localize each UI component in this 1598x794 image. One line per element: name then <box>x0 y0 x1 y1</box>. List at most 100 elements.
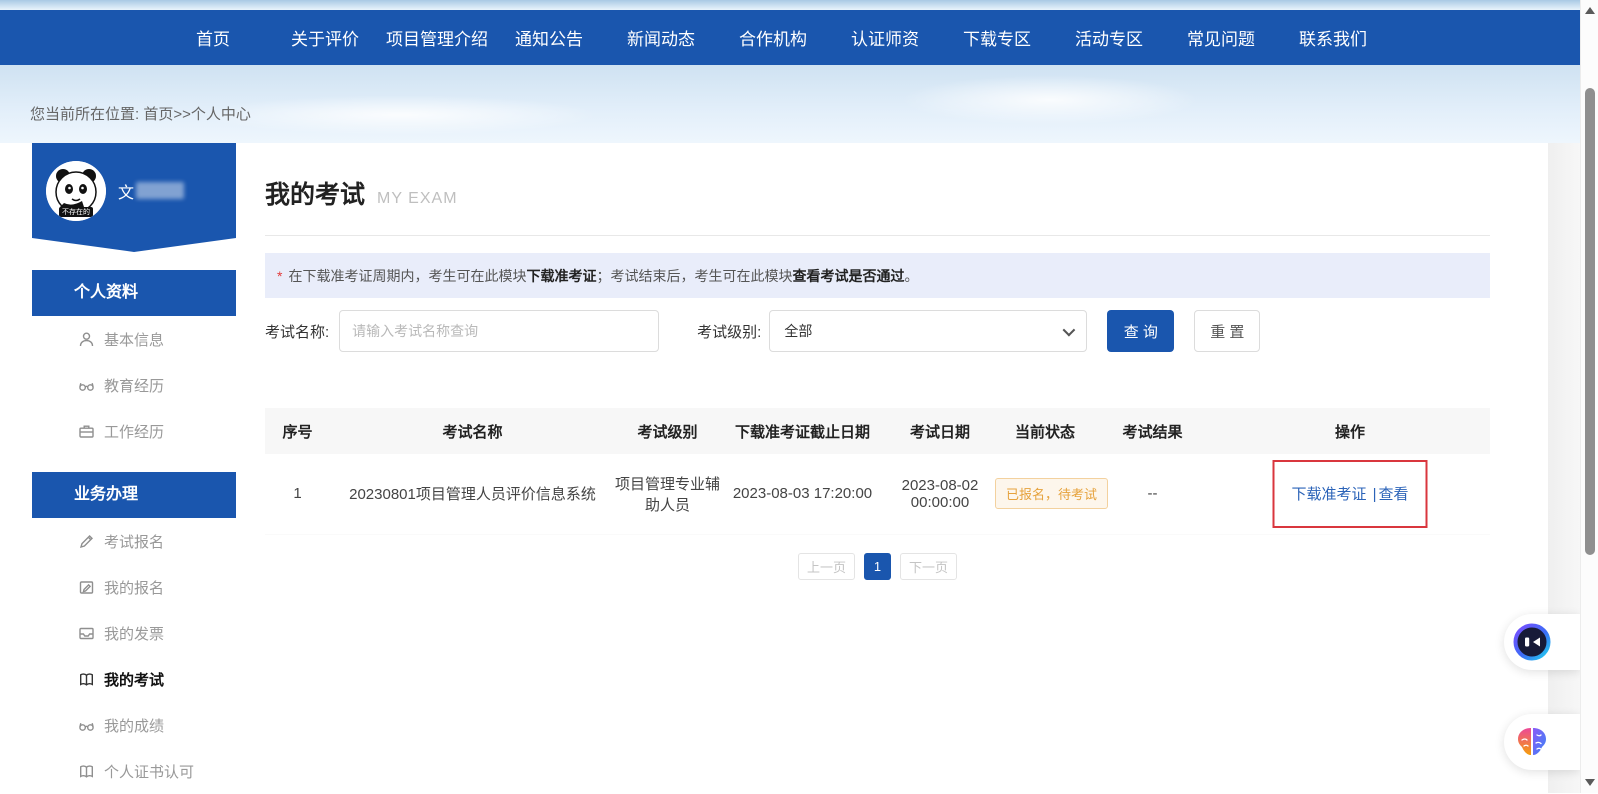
exams-table: 序号 考试名称 考试级别 下载准考证截止日期 考试日期 当前状态 考试结果 操作… <box>265 408 1490 535</box>
sidebar-item-education[interactable]: 教育经历 <box>32 362 236 408</box>
download-ticket-link[interactable]: 下载准考证 <box>1291 486 1366 503</box>
user-icon <box>79 331 94 346</box>
nav-item-pm-intro[interactable]: 项目管理介绍 <box>381 25 493 50</box>
filter-bar: 考试名称: 考试级别: 全部 查 询 重 置 <box>265 310 1490 352</box>
nav-item-certified-teachers[interactable]: 认证师资 <box>829 25 941 50</box>
nav-item-announcements[interactable]: 通知公告 <box>493 25 605 50</box>
table-row: 1 20230801项目管理人员评价信息系统 项目管理专业辅助人员 2023-0… <box>265 454 1490 535</box>
exam-level-label: 考试级别: <box>697 323 762 341</box>
cloud-decoration <box>200 95 600 135</box>
sidebar-item-label: 基本信息 <box>104 331 165 349</box>
sidebar-item-label: 工作经历 <box>104 423 165 441</box>
user-banner: 不存在的 文 <box>32 143 236 252</box>
exam-level-selected-value: 全部 <box>784 323 813 339</box>
ai-assistant-button[interactable] <box>1504 614 1580 670</box>
notice-text: 在下载准考证周期内，考生可在此模块 <box>288 267 527 284</box>
sidebar-item-label: 个人证书认可 <box>104 763 195 781</box>
right-edge-strip <box>1548 143 1580 793</box>
username-redacted <box>136 182 185 199</box>
exam-name-input[interactable] <box>339 310 660 352</box>
page-1-button[interactable]: 1 <box>864 552 891 580</box>
glasses-icon <box>79 382 94 391</box>
required-asterisk: * <box>277 267 283 284</box>
window-top-edge <box>0 0 1598 10</box>
nav-item-news[interactable]: 新闻动态 <box>605 25 717 50</box>
username: 文 <box>118 179 185 203</box>
sidebar-item-certificate-recognition[interactable]: 个人证书认可 <box>32 748 236 794</box>
edit-note-icon <box>79 580 94 594</box>
cell-actions: 下载准考证 | 查看 <box>1210 454 1490 535</box>
notice-bold-download: 下载准考证 <box>526 267 597 284</box>
sidebar-item-exam-registration[interactable]: 考试报名 <box>32 518 236 564</box>
action-separator: | <box>1372 486 1377 504</box>
sidebar-item-label: 我的考试 <box>104 671 165 689</box>
next-page-button[interactable]: 下一页 <box>900 552 958 580</box>
breadcrumb: 您当前所在位置: 首页>>个人中心 <box>30 106 251 123</box>
sidebar-item-my-exams[interactable]: 我的考试 <box>32 656 236 702</box>
main-navigation: 首页 关于评价 项目管理介绍 通知公告 新闻动态 合作机构 认证师资 下载专区 … <box>0 10 1598 65</box>
chevron-down-icon <box>1062 323 1076 336</box>
search-button[interactable]: 查 询 <box>1107 310 1175 352</box>
scrollbar-thumb[interactable] <box>1585 88 1595 555</box>
main-content: 我的考试 MY EXAM * 在下载准考证周期内，考生可在此模块 下载准考证 ；… <box>236 143 1550 580</box>
sidebar-item-label: 我的报名 <box>104 579 165 597</box>
nav-item-partners[interactable]: 合作机构 <box>717 25 829 50</box>
book-icon <box>80 764 93 778</box>
book-icon <box>80 672 93 686</box>
pagination: 上一页 1 下一页 <box>265 552 1490 580</box>
cloud-decoration <box>900 75 1200 125</box>
prev-page-button[interactable]: 上一页 <box>797 552 855 580</box>
col-result: 考试结果 <box>1095 408 1210 454</box>
exam-level-select[interactable]: 全部 <box>769 310 1088 352</box>
col-ticket-deadline: 下载准考证截止日期 <box>720 408 885 454</box>
ai-brain-button[interactable] <box>1504 714 1580 770</box>
cell-exam-level: 项目管理专业辅助人员 <box>615 454 720 535</box>
sidebar-item-label: 我的成绩 <box>104 717 165 735</box>
sidebar: 不存在的 文 个人资料 基本信息 教育经历 工作经历 业务办理 考试报名 我的报… <box>32 143 236 794</box>
col-exam-name: 考试名称 <box>330 408 615 454</box>
sidebar-item-basic-info[interactable]: 基本信息 <box>32 316 236 362</box>
col-status: 当前状态 <box>995 408 1095 454</box>
view-link[interactable]: 查看 <box>1379 486 1409 503</box>
cell-exam-name: 20230801项目管理人员评价信息系统 <box>330 454 615 535</box>
sidebar-item-my-invoices[interactable]: 我的发票 <box>32 610 236 656</box>
cell-seq: 1 <box>265 454 330 535</box>
sidebar-item-my-scores[interactable]: 我的成绩 <box>32 702 236 748</box>
page-body: 不存在的 文 个人资料 基本信息 教育经历 工作经历 业务办理 考试报名 我的报… <box>0 143 1598 793</box>
invoice-icon <box>79 627 94 639</box>
page-title: 我的考试 <box>265 181 366 209</box>
sidebar-item-label: 考试报名 <box>104 533 165 551</box>
scroll-up-arrow-icon[interactable] <box>1585 7 1595 14</box>
sidebar-item-label: 我的发票 <box>104 625 165 643</box>
nav-item-about[interactable]: 关于评价 <box>269 25 381 50</box>
ai-brain-icon <box>1518 728 1546 755</box>
ai-robot-icon <box>1513 623 1551 661</box>
cell-result: -- <box>1095 454 1210 535</box>
avatar: 不存在的 <box>46 160 106 221</box>
pencil-icon <box>79 534 93 548</box>
cell-ticket-deadline: 2023-08-03 17:20:00 <box>720 454 885 535</box>
sidebar-section-profile: 个人资料 <box>32 270 236 316</box>
scroll-down-arrow-icon[interactable] <box>1585 779 1595 786</box>
col-seq: 序号 <box>265 408 330 454</box>
nav-item-faq[interactable]: 常见问题 <box>1165 25 1277 50</box>
glasses-icon <box>79 722 94 731</box>
notice-bar: * 在下载准考证周期内，考生可在此模块 下载准考证 ；考试结束后，考生可在此模块… <box>265 253 1490 298</box>
page-head: 我的考试 MY EXAM <box>265 143 1490 236</box>
page-subtitle: MY EXAM <box>377 190 458 207</box>
nav-item-contact[interactable]: 联系我们 <box>1277 25 1389 50</box>
nav-item-home[interactable]: 首页 <box>157 25 269 50</box>
nav-item-downloads[interactable]: 下载专区 <box>941 25 1053 50</box>
table-header-row: 序号 考试名称 考试级别 下载准考证截止日期 考试日期 当前状态 考试结果 操作 <box>265 408 1490 454</box>
exam-name-label: 考试名称: <box>265 323 330 341</box>
nav-item-activities[interactable]: 活动专区 <box>1053 25 1165 50</box>
notice-text: 。 <box>904 267 919 284</box>
reset-button[interactable]: 重 置 <box>1194 310 1261 352</box>
sidebar-item-label: 教育经历 <box>104 377 165 395</box>
notice-text: ；考试结束后，考生可在此模块 <box>596 267 793 284</box>
vertical-scrollbar[interactable] <box>1580 0 1598 793</box>
col-actions: 操作 <box>1210 408 1490 454</box>
sidebar-item-my-registration[interactable]: 我的报名 <box>32 564 236 610</box>
sidebar-item-work-history[interactable]: 工作经历 <box>32 408 236 454</box>
cell-status: 已报名，待考试 <box>995 454 1109 535</box>
